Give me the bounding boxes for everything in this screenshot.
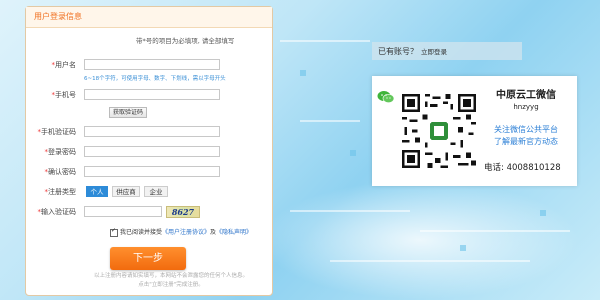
register-type-enterprise[interactable]: 企业 bbox=[144, 186, 168, 197]
get-sms-code-button[interactable]: 获取验证码 bbox=[109, 107, 147, 118]
agreement-checkbox[interactable] bbox=[110, 227, 118, 237]
username-input[interactable] bbox=[84, 59, 220, 70]
phone-number: 4008810128 bbox=[506, 163, 561, 173]
background-dot bbox=[540, 210, 546, 216]
login-prompt-text: 已有账号？ bbox=[378, 47, 418, 56]
wechat-desc-line2: 了解最新官方动态 bbox=[494, 137, 558, 146]
phone-label: 电话: bbox=[484, 163, 504, 173]
wechat-desc-line1: 关注微信公共平台 bbox=[494, 125, 558, 134]
register-type-supplier[interactable]: 供应商 bbox=[112, 186, 140, 197]
username-hint: 6~18个字符，可使用字母、数字、下划线，需以字母开头 bbox=[84, 76, 226, 82]
background-streak bbox=[300, 120, 360, 122]
captcha-label: *输入验证码 bbox=[37, 208, 77, 216]
background-streak bbox=[290, 210, 410, 212]
sms-code-label: *手机验证码 bbox=[37, 128, 77, 136]
login-now-link[interactable]: 立即登录 bbox=[421, 48, 447, 56]
background-streak bbox=[330, 260, 530, 262]
confirm-password-label: *确认密码 bbox=[44, 168, 77, 176]
wechat-title: 中原云工微信 bbox=[496, 90, 556, 101]
captcha-image[interactable]: 8627 bbox=[166, 206, 200, 218]
contact-phone: 电话: 4008810128 bbox=[484, 161, 561, 173]
background-streak bbox=[420, 230, 570, 232]
phone-label: *手机号 bbox=[51, 91, 77, 99]
wechat-card: 中原云工微信 hnzyyg 关注微信公共平台 了解最新官方动态 电话: 4008… bbox=[372, 76, 577, 186]
agreement-text: 我已阅读并接受 bbox=[120, 229, 163, 236]
register-type-personal[interactable]: 个人 bbox=[86, 186, 108, 197]
agreement-checkbox-row: 我已阅读并接受《用户注册协议》及《隐私声明》 bbox=[110, 227, 252, 237]
required-notice: 带*号的项目为必填项, 请全部填写 bbox=[136, 35, 234, 45]
required-notice-mark: 带* bbox=[136, 37, 146, 45]
username-label: *用户名 bbox=[51, 61, 77, 69]
background-dot bbox=[300, 70, 306, 76]
wechat-description: 关注微信公共平台 了解最新官方动态 bbox=[480, 124, 572, 148]
background-dot bbox=[460, 245, 466, 251]
footer-note-line1: 以上注册内容请如实填写，本网站不会泄露您的任何个人信息。 bbox=[93, 273, 248, 279]
confirm-password-input[interactable] bbox=[84, 166, 220, 177]
password-label: *登录密码 bbox=[44, 148, 77, 156]
captcha-input[interactable] bbox=[84, 206, 162, 217]
required-notice-text: 号的项目为必填项, 请全部填写 bbox=[145, 37, 235, 45]
wechat-qr-code bbox=[402, 94, 476, 168]
background-glow bbox=[260, 180, 580, 300]
privacy-statement-link[interactable]: 《隐私声明》 bbox=[216, 229, 252, 236]
footer-note-line2: 点击"立即注册"完成注册。 bbox=[138, 282, 204, 288]
user-agreement-link[interactable]: 《用户注册协议》 bbox=[162, 229, 210, 236]
login-prompt: 已有账号？ 立即登录 bbox=[372, 42, 522, 60]
wechat-account-id: hnzyyg bbox=[513, 103, 539, 111]
phone-input[interactable] bbox=[84, 89, 220, 100]
register-type-label: *注册类型 bbox=[44, 188, 77, 196]
background-streak bbox=[280, 40, 370, 42]
registration-panel: 用户登录信息 带*号的项目为必填项, 请全部填写 *用户名 6~18个字符，可使… bbox=[25, 6, 273, 296]
next-step-button[interactable]: 下一步 bbox=[110, 247, 186, 270]
password-input[interactable] bbox=[84, 146, 220, 157]
sms-code-input[interactable] bbox=[84, 126, 220, 137]
panel-title: 用户登录信息 bbox=[26, 7, 272, 28]
wechat-icon bbox=[377, 91, 395, 103]
background-dot bbox=[350, 150, 356, 156]
